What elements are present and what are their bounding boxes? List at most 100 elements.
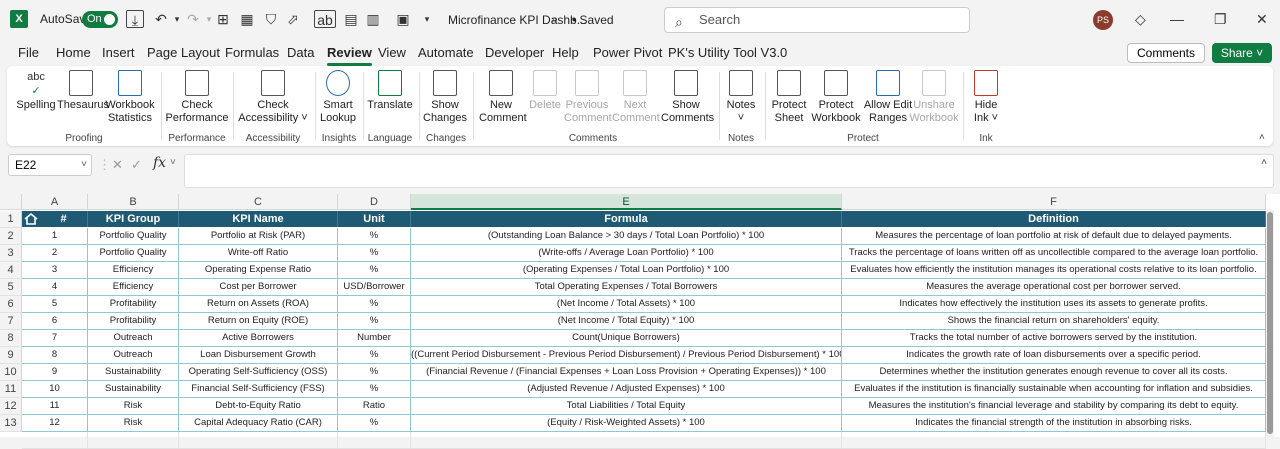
table-cell[interactable]: 7 <box>22 330 88 347</box>
table-cell[interactable]: (Financial Revenue / (Financial Expenses… <box>411 364 842 381</box>
tab-help[interactable]: Help <box>552 45 579 60</box>
number-format-icon[interactable]: ▥ <box>364 10 382 28</box>
collapse-ribbon-icon[interactable]: ˄ <box>1259 132 1265 143</box>
restore-icon[interactable]: ❐ <box>1214 11 1227 28</box>
table-cell[interactable]: Loan Disbursement Growth <box>179 347 338 364</box>
protect-workbook-button[interactable]: Protect Workbook <box>811 70 861 125</box>
next-comment-button[interactable]: Next Comment <box>612 70 660 125</box>
notes-button[interactable]: Notes ˅ <box>723 70 759 125</box>
table-cell[interactable]: 12 <box>22 415 88 432</box>
table-cell[interactable]: (Net Income / Total Equity) * 100 <box>411 313 842 330</box>
table-cell[interactable]: Efficiency <box>88 262 179 279</box>
empty-cell[interactable] <box>22 432 88 449</box>
table-cell[interactable]: 2 <box>22 245 88 262</box>
table-cell[interactable]: Capital Adequacy Ratio (CAR) <box>179 415 338 432</box>
table-cell[interactable]: Tracks the total number of active borrow… <box>842 330 1266 347</box>
workbook-statistics-button[interactable]: Workbook Statistics <box>105 70 155 125</box>
tab-insert[interactable]: Insert <box>102 45 135 60</box>
row-header[interactable]: 6 <box>0 296 22 313</box>
table-cell[interactable]: 1 <box>22 228 88 245</box>
row-header[interactable]: 5 <box>0 279 22 296</box>
formula-input[interactable]: ˄ <box>184 154 1274 188</box>
column-header-e[interactable]: E <box>411 194 842 210</box>
format-painter-icon[interactable]: ab <box>314 10 336 28</box>
table-cell[interactable]: Portfolio Quality <box>88 245 179 262</box>
comments-button[interactable]: Comments <box>1127 43 1205 63</box>
row-header[interactable]: 7 <box>0 313 22 330</box>
fx-dropdown-icon[interactable]: ˅ <box>170 157 176 168</box>
table-cell[interactable]: Determines whether the institution gener… <box>842 364 1266 381</box>
table-cell[interactable]: Indicates how effectively the institutio… <box>842 296 1266 313</box>
shape-icon[interactable]: ⬀ <box>284 10 302 28</box>
select-all-corner[interactable] <box>0 194 22 210</box>
table-cell[interactable]: Evaluates if the institution is financia… <box>842 381 1266 398</box>
table-cell[interactable]: Cost per Borrower <box>179 279 338 296</box>
table-cell[interactable]: Total Liabilities / Total Equity <box>411 398 842 415</box>
table-cell[interactable]: Efficiency <box>88 279 179 296</box>
table-cell[interactable]: (Operating Expenses / Total Loan Portfol… <box>411 262 842 279</box>
tab-file[interactable]: File <box>18 45 39 60</box>
table-cell[interactable]: % <box>338 313 411 330</box>
premium-diamond-icon[interactable]: ◇ <box>1135 11 1146 28</box>
table-cell[interactable]: % <box>338 228 411 245</box>
allow-edit-ranges-button[interactable]: Allow Edit Ranges <box>863 70 913 125</box>
freeze-panes-icon[interactable]: ▦ <box>238 10 256 28</box>
close-icon[interactable]: ✕ <box>1256 11 1268 28</box>
save-icon[interactable]: ⤓ <box>126 10 144 28</box>
calculator-icon[interactable]: ▣ <box>394 10 412 28</box>
table-cell[interactable]: 10 <box>22 381 88 398</box>
check-performance-button[interactable]: Check Performance <box>165 70 229 125</box>
table-cell[interactable]: Profitability <box>88 313 179 330</box>
table-header-cell[interactable]: KPI Name <box>179 211 338 227</box>
row-header[interactable]: 3 <box>0 245 22 262</box>
tab-review[interactable]: Review <box>327 45 372 66</box>
table-cell[interactable]: Evaluates how efficiently the institutio… <box>842 262 1266 279</box>
previous-comment-button[interactable]: Previous Comment <box>564 70 612 125</box>
table-cell[interactable]: (Adjusted Revenue / Adjusted Expenses) *… <box>411 381 842 398</box>
table-cell[interactable]: Indicates the growth rate of loan disbur… <box>842 347 1266 364</box>
empty-cell[interactable] <box>842 432 1266 449</box>
table-cell[interactable]: 6 <box>22 313 88 330</box>
table-cell[interactable]: Operating Self-Sufficiency (OSS) <box>179 364 338 381</box>
table-cell[interactable]: Measures the percentage of loan portfoli… <box>842 228 1266 245</box>
table-cell[interactable]: USD/Borrower <box>338 279 411 296</box>
table-cell[interactable]: 9 <box>22 364 88 381</box>
show-comments-button[interactable]: Show Comments <box>661 70 714 125</box>
smart-lookup-button[interactable]: Smart Lookup <box>319 70 357 125</box>
table-header-cell[interactable]: # <box>40 211 88 227</box>
table-cell[interactable]: Measures the institution's financial lev… <box>842 398 1266 415</box>
worksheet-grid[interactable]: A B C D E F 1 2 3 4 5 6 7 8 9 10 11 12 13 # KPI Group KPI Nam… <box>0 194 1280 449</box>
table-cell[interactable]: Outreach <box>88 347 179 364</box>
cancel-entry-icon[interactable]: ✕ <box>112 157 123 173</box>
table-cell[interactable]: % <box>338 381 411 398</box>
table-cell[interactable]: Risk <box>88 398 179 415</box>
table-cell[interactable]: Number <box>338 330 411 347</box>
table-cell[interactable]: 4 <box>22 279 88 296</box>
row-header[interactable]: 11 <box>0 381 22 398</box>
row-header[interactable]: 13 <box>0 415 22 432</box>
thesaurus-button[interactable]: Thesaurus <box>57 70 109 112</box>
tab-automate[interactable]: Automate <box>418 45 474 60</box>
empty-cell[interactable] <box>179 432 338 449</box>
table-cell[interactable]: % <box>338 262 411 279</box>
autosave-toggle[interactable]: On <box>82 11 118 28</box>
column-header-d[interactable]: D <box>338 194 411 210</box>
protect-sheet-button[interactable]: Protect Sheet <box>769 70 809 125</box>
document-title[interactable]: Microfinance KPI Dashb... <box>448 13 587 27</box>
table-cell[interactable]: 8 <box>22 347 88 364</box>
name-box[interactable]: E22 ˅ <box>8 154 92 176</box>
tab-page-layout[interactable]: Page Layout <box>147 45 220 60</box>
table-cell[interactable]: (Outstanding Loan Balance > 30 days / To… <box>411 228 842 245</box>
table-cell[interactable]: Operating Expense Ratio <box>179 262 338 279</box>
expand-formula-bar-icon[interactable]: ˄ <box>1261 157 1267 168</box>
borders-icon[interactable]: ⊞ <box>214 10 232 28</box>
empty-cell[interactable] <box>411 432 842 449</box>
tab-view[interactable]: View <box>378 45 406 60</box>
spelling-button[interactable]: abc ✓ Spelling <box>15 70 57 112</box>
table-cell[interactable]: Shows the financial return on shareholde… <box>842 313 1266 330</box>
table-header-cell[interactable]: Definition <box>842 211 1266 227</box>
table-cell[interactable]: Outreach <box>88 330 179 347</box>
table-cell[interactable]: % <box>338 296 411 313</box>
column-header-c[interactable]: C <box>179 194 338 210</box>
tab-data[interactable]: Data <box>287 45 314 60</box>
